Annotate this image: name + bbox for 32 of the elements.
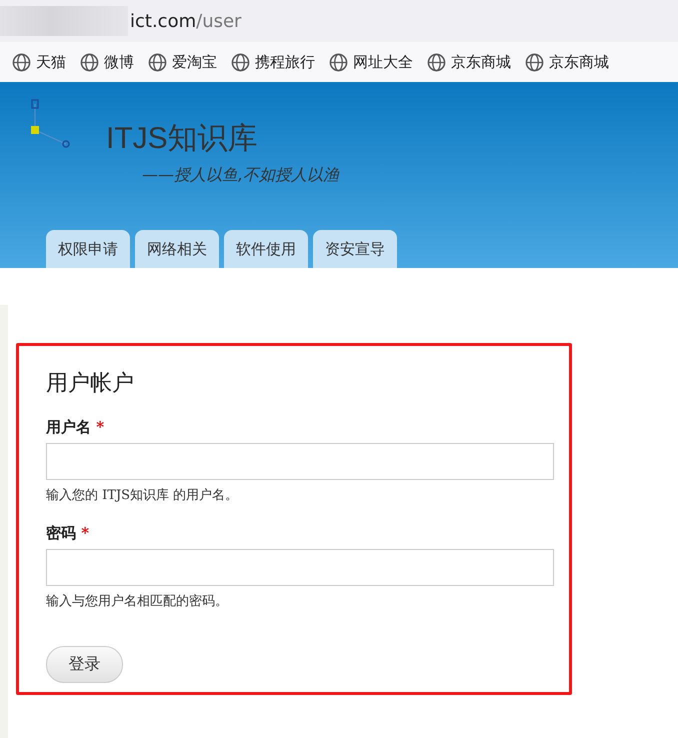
nav-tab[interactable]: 软件使用	[224, 230, 308, 268]
url-path: /user	[196, 10, 242, 32]
globe-icon	[80, 52, 99, 72]
login-button[interactable]: 登录	[46, 646, 123, 683]
field-description: 输入与您用户名相匹配的密码。	[46, 593, 229, 610]
bookmark-link[interactable]: 京东商城	[525, 52, 609, 72]
form-title: 用户帐户	[46, 370, 135, 398]
nav-tab[interactable]: 权限申请	[46, 230, 130, 268]
input-field[interactable]	[46, 549, 554, 586]
site-name: ITJS知识库	[106, 121, 259, 157]
globe-icon	[12, 52, 31, 72]
required-mark: *	[81, 524, 90, 542]
globe-icon	[148, 52, 167, 72]
globe-icon	[525, 52, 544, 72]
bookmark-link[interactable]: 爱淘宝	[148, 52, 217, 72]
field-description: 输入您的 ITJS知识库 的用户名。	[46, 487, 240, 504]
url-host: ict.com	[130, 10, 196, 32]
globe-icon	[427, 52, 446, 72]
bookmark-link[interactable]: 携程旅行	[231, 52, 315, 72]
input-field[interactable]	[46, 443, 554, 480]
bookmark-link[interactable]: 天猫	[12, 52, 66, 72]
bookmark-link[interactable]: 微博	[80, 52, 134, 72]
bookmark-link[interactable]: 京东商城	[427, 52, 511, 72]
globe-icon	[231, 52, 250, 72]
required-mark: *	[96, 418, 104, 436]
nav-tab[interactable]: 资安宣导	[313, 230, 397, 268]
globe-icon	[329, 52, 348, 72]
site-slogan: ——授人以鱼,不如授人以渔	[142, 165, 340, 186]
bookmark-link[interactable]: 网址大全	[329, 52, 413, 72]
field-label: 用户名	[46, 418, 91, 436]
field-label: 密码	[46, 524, 76, 542]
nav-tab[interactable]: 网络相关	[135, 230, 219, 268]
